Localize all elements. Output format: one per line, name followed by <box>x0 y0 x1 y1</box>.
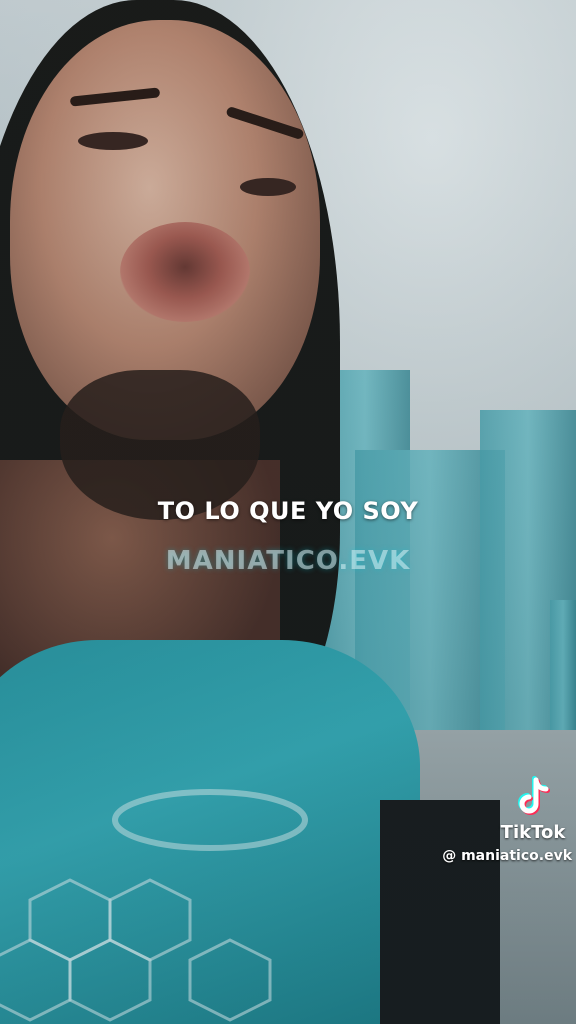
watermark-text: MANIATICO.EVK <box>165 546 411 576</box>
video-caption: TO LO QUE YO SOY <box>157 497 419 525</box>
video-frame[interactable]: TO LO QUE YO SOY MANIATICO.EVK TikTok @ … <box>0 0 576 1024</box>
tiktok-brand-label: TikTok <box>500 822 566 843</box>
tiktok-handle[interactable]: @ maniatico.evk <box>440 848 572 864</box>
tiktok-logo-icon <box>518 776 550 815</box>
